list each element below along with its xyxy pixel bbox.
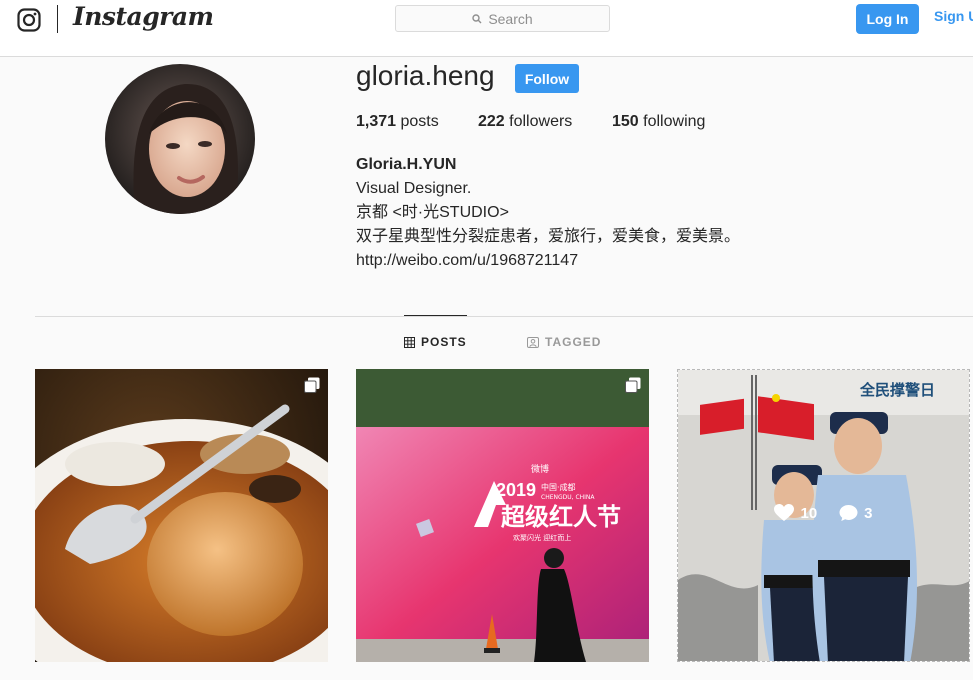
- following-count[interactable]: 150 following: [612, 113, 705, 131]
- tabs-divider: [35, 316, 973, 317]
- instagram-wordmark[interactable]: Instagram: [73, 2, 214, 31]
- comment-icon: [839, 505, 858, 521]
- post-engagement-overlay: 10 3: [678, 504, 969, 522]
- search-icon: [472, 13, 482, 23]
- posts-count-label: posts: [400, 113, 439, 130]
- poster-sponsor: 微博: [531, 463, 549, 475]
- profile-stats: 1,371 posts 222 followers 150 following: [356, 113, 705, 131]
- comments-count-value: 3: [864, 504, 873, 522]
- tagged-person-icon: [527, 336, 539, 348]
- comments-count: 3: [839, 504, 873, 522]
- poster-year: 2019: [496, 480, 536, 500]
- posts-count: 1,371 posts: [356, 113, 478, 131]
- poster-title: 全民撑警日: [859, 381, 935, 399]
- poster-tagline: 欢聚闪光 迎红而上: [513, 533, 571, 542]
- likes-count: 10: [774, 504, 817, 522]
- post-thumbnail[interactable]: [35, 369, 328, 662]
- posts-count-value: 1,371: [356, 113, 397, 130]
- post-thumbnail[interactable]: 2019 中国·成都 CHENGDU, CHINA 超级红人节 欢聚闪光 迎红而…: [356, 369, 649, 662]
- bio-line: Visual Designer.: [356, 180, 472, 197]
- following-count-value: 150: [612, 113, 639, 130]
- login-button[interactable]: Log In: [856, 4, 919, 34]
- profile-bio: Gloria.H.YUN Visual Designer. 京都 <时·光STU…: [356, 153, 740, 273]
- tab-tagged-label: TAGGED: [545, 335, 602, 349]
- nav-divider: [57, 5, 58, 33]
- top-navigation: Instagram Search Log In Sign Up: [0, 0, 973, 57]
- heart-icon: [774, 504, 795, 521]
- tab-posts-label: POSTS: [421, 335, 467, 349]
- active-tab-indicator: [404, 315, 467, 316]
- signup-link[interactable]: Sign Up: [934, 8, 973, 24]
- post-image-dessert: [35, 369, 328, 662]
- search-input[interactable]: Search: [395, 5, 610, 32]
- carousel-icon: [304, 377, 320, 393]
- instagram-logo-icon[interactable]: [17, 8, 41, 32]
- bio-line: 京都 <时·光STUDIO>: [356, 204, 509, 221]
- profile-full-name: Gloria.H.YUN: [356, 156, 457, 173]
- followers-count-value: 222: [478, 113, 505, 130]
- likes-count-value: 10: [800, 504, 818, 522]
- follow-button[interactable]: Follow: [515, 64, 579, 93]
- post-image-event: 2019 中国·成都 CHENGDU, CHINA 超级红人节 欢聚闪光 迎红而…: [356, 369, 649, 662]
- tab-tagged[interactable]: TAGGED: [527, 335, 601, 349]
- profile-username: gloria.heng: [356, 60, 495, 91]
- grid-icon: [404, 336, 415, 348]
- poster-event-name: 超级红人节: [501, 503, 621, 531]
- tab-posts[interactable]: POSTS: [404, 335, 467, 349]
- following-count-label: following: [643, 113, 706, 130]
- carousel-icon: [625, 377, 641, 393]
- poster-city-en: CHENGDU, CHINA: [541, 494, 595, 501]
- profile-website-link[interactable]: http://weibo.com/u/1968721147: [356, 249, 740, 273]
- followers-count[interactable]: 222 followers: [478, 113, 612, 131]
- post-thumbnail[interactable]: 全民撑警日 10 3: [677, 369, 970, 662]
- profile-avatar[interactable]: [105, 64, 255, 214]
- bio-line: 双子星典型性分裂症患者，爱旅行，爱美食，爱美景。: [356, 228, 741, 245]
- followers-count-label: followers: [509, 113, 573, 130]
- poster-city: 中国·成都: [541, 482, 576, 492]
- search-placeholder: Search: [488, 10, 533, 27]
